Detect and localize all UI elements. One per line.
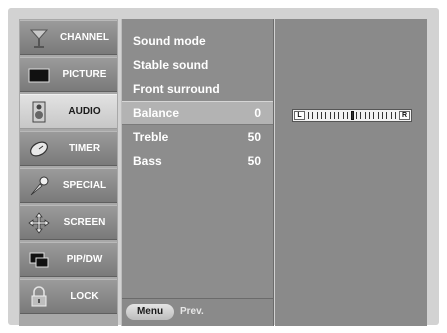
menu-item-label: TIMER bbox=[68, 143, 101, 154]
menu-item-channel[interactable]: CHANNEL bbox=[20, 20, 117, 55]
submenu-item-stable-sound[interactable]: Stable sound bbox=[122, 53, 273, 77]
slider-tick bbox=[369, 112, 370, 119]
main-menu: CHANNEL PICTURE AUDIO TIMER SPECIAL SCRE… bbox=[19, 19, 118, 326]
audio-submenu: Sound mode Stable sound Front surround B… bbox=[121, 19, 274, 326]
menu-item-picture[interactable]: PICTURE bbox=[20, 57, 117, 92]
submenu-item-label: Bass bbox=[133, 154, 162, 168]
menu-item-label: SCREEN bbox=[63, 217, 106, 228]
prev-hint: Prev. bbox=[180, 306, 204, 317]
slider-tick bbox=[308, 112, 309, 119]
slider-tick bbox=[347, 112, 348, 119]
picture-icon bbox=[28, 64, 50, 86]
slider-tick bbox=[330, 112, 331, 119]
slider-right-label: R bbox=[399, 111, 410, 120]
menu-item-label: PIP/DW bbox=[66, 254, 103, 265]
slider-tick bbox=[317, 112, 318, 119]
submenu-item-value: 0 bbox=[254, 106, 261, 120]
slider-tick bbox=[382, 112, 383, 119]
menu-item-screen[interactable]: SCREEN bbox=[20, 205, 117, 240]
clock-icon bbox=[28, 138, 50, 160]
submenu-item-bass[interactable]: Bass 50 bbox=[122, 149, 273, 173]
slider-tick bbox=[386, 112, 387, 119]
slider-left-label: L bbox=[294, 111, 305, 120]
slider-tick bbox=[338, 112, 339, 119]
submenu-item-label: Balance bbox=[133, 106, 180, 120]
slider-tick bbox=[321, 112, 322, 119]
menu-item-lock[interactable]: LOCK bbox=[20, 279, 117, 314]
speaker-icon bbox=[28, 101, 50, 123]
submenu-item-balance[interactable]: Balance 0 bbox=[122, 101, 273, 125]
submenu-item-treble[interactable]: Treble 50 bbox=[122, 125, 273, 149]
slider-tick bbox=[325, 112, 326, 119]
menu-item-label: AUDIO bbox=[68, 106, 101, 117]
slider-tick bbox=[312, 112, 313, 119]
submenu-item-value: 50 bbox=[247, 130, 261, 144]
slider-tick bbox=[373, 112, 374, 119]
slider-tick bbox=[395, 112, 396, 119]
pip-icon bbox=[28, 249, 50, 271]
menu-item-special[interactable]: SPECIAL bbox=[20, 168, 117, 203]
slider-tick bbox=[334, 112, 335, 119]
submenu-item-sound-mode[interactable]: Sound mode bbox=[122, 29, 273, 53]
submenu-item-label: Treble bbox=[133, 130, 169, 144]
submenu-item-front-surround[interactable]: Front surround bbox=[122, 77, 273, 101]
slider-tick bbox=[365, 112, 366, 119]
antenna-icon bbox=[28, 27, 50, 49]
lock-icon bbox=[28, 286, 50, 308]
menu-item-pipdw[interactable]: PIP/DW bbox=[20, 242, 117, 277]
slider-tick bbox=[343, 112, 344, 119]
slider-track bbox=[308, 111, 396, 120]
balance-slider[interactable]: L R bbox=[292, 109, 412, 122]
menu-item-label: SPECIAL bbox=[62, 180, 107, 191]
adjust-panel: L R bbox=[275, 19, 427, 326]
slider-tick bbox=[378, 112, 379, 119]
submenu-item-label: Front surround bbox=[133, 82, 220, 96]
submenu-footer: Menu Prev. bbox=[122, 298, 273, 326]
slider-tick bbox=[356, 112, 357, 119]
screen-move-icon bbox=[28, 212, 50, 234]
slider-tick bbox=[360, 112, 361, 119]
menu-button[interactable]: Menu bbox=[126, 304, 174, 320]
menu-item-label: CHANNEL bbox=[60, 32, 109, 43]
submenu-item-value: 50 bbox=[247, 154, 261, 168]
submenu-item-label: Sound mode bbox=[133, 34, 206, 48]
menu-item-label: PICTURE bbox=[62, 69, 107, 80]
slider-tick bbox=[391, 112, 392, 119]
submenu-item-label: Stable sound bbox=[133, 58, 209, 72]
menu-item-timer[interactable]: TIMER bbox=[20, 131, 117, 166]
special-icon bbox=[28, 175, 50, 197]
menu-item-label: LOCK bbox=[70, 291, 99, 302]
menu-item-audio[interactable]: AUDIO bbox=[20, 94, 117, 129]
slider-tick bbox=[352, 112, 353, 119]
